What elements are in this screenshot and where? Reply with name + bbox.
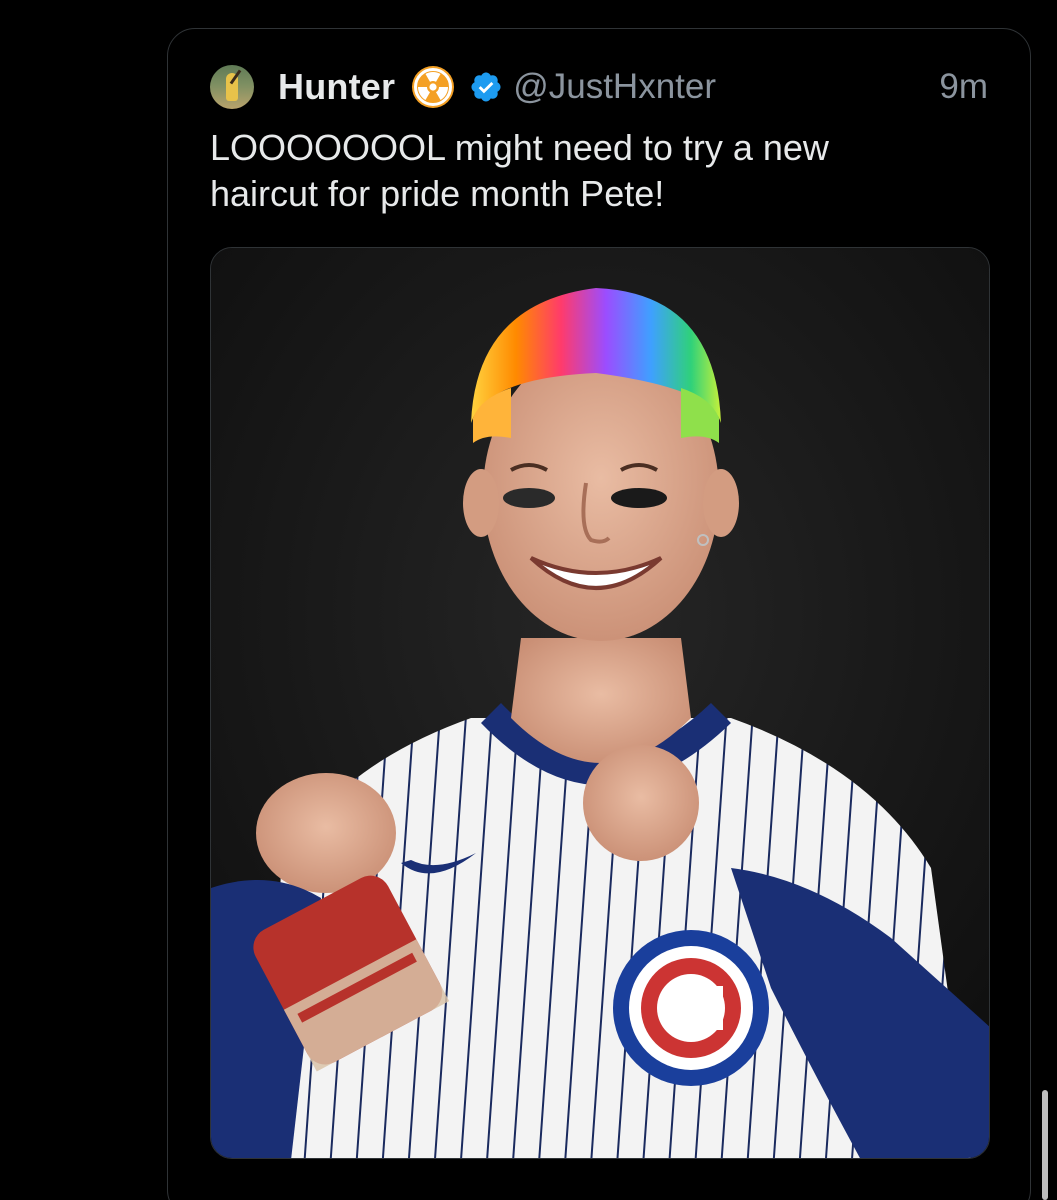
tweet-media-photo[interactable] — [210, 247, 990, 1159]
author-handle[interactable]: @JustHxnter — [513, 67, 716, 107]
edited-baseball-player-photo — [211, 248, 989, 1158]
tweet-text: LOOOOOOOL might need to try a new haircu… — [210, 127, 829, 214]
avatar[interactable] — [210, 65, 254, 109]
author-display-name[interactable]: Hunter — [278, 66, 395, 108]
verified-badge-icon[interactable] — [469, 70, 503, 104]
radioactive-icon — [411, 65, 455, 109]
tweet-header: Hunter @JustHxnter 9m — [210, 59, 988, 115]
quoted-tweet-card[interactable]: Hunter @JustHxnter 9m LOOOOOOOL might ne… — [167, 28, 1031, 1200]
scrollbar[interactable] — [1042, 1090, 1048, 1200]
screen: Hunter @JustHxnter 9m LOOOOOOOL might ne… — [0, 0, 1057, 1200]
tweet-timestamp[interactable]: 9m — [939, 67, 988, 107]
